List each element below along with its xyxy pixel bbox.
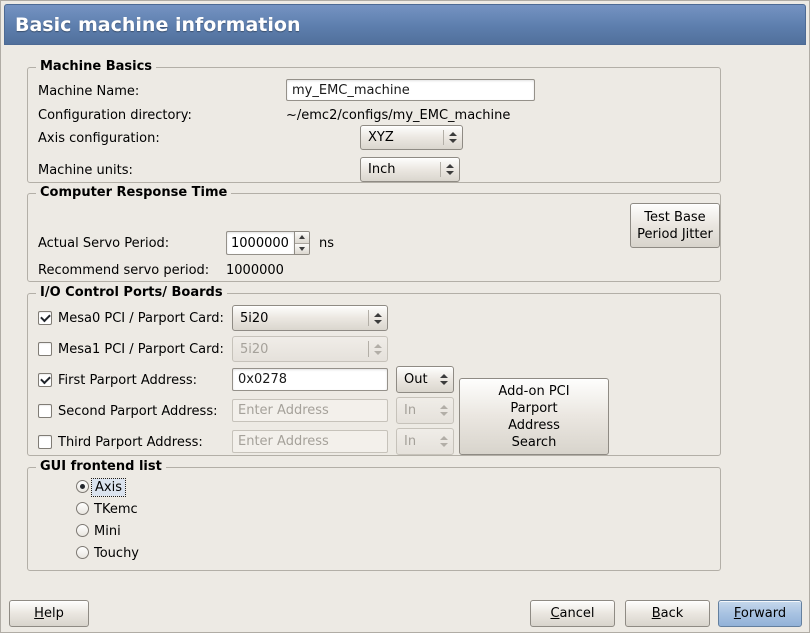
back-button[interactable]: Back — [625, 600, 710, 627]
chevron-up-down-icon — [446, 164, 454, 175]
forward-button[interactable]: Forward — [718, 600, 802, 627]
axis-configuration-select[interactable]: XYZ — [360, 125, 463, 150]
chevron-up-down-icon — [374, 344, 382, 355]
first-parport-label: First Parport Address: — [58, 372, 197, 389]
radio-mini-label[interactable]: Mini — [94, 523, 121, 540]
combo-separator — [440, 162, 441, 177]
mesa1-card-value: 5i20 — [240, 342, 363, 357]
machine-basics-frame: Machine Basics Machine Name: Configurati… — [27, 67, 721, 183]
configuration-directory-label: Configuration directory: — [38, 107, 192, 124]
machine-units-select[interactable]: Inch — [360, 157, 460, 182]
cancel-button[interactable]: Cancel — [530, 600, 615, 627]
recommend-servo-period-value: 1000000 — [226, 262, 284, 279]
chevron-up-down-icon — [374, 313, 382, 324]
spin-buttons — [294, 231, 310, 255]
addon-pci-parport-search-button[interactable]: Add-on PCI Parport Address Search — [459, 378, 609, 455]
arrow-up-icon — [299, 235, 305, 239]
io-control-ports-legend: I/O Control Ports/ Boards — [36, 285, 227, 301]
test-button-line1: Test Base — [644, 209, 705, 226]
computer-response-time-frame: Computer Response Time Test Base Period … — [27, 193, 721, 282]
mesa0-card-value: 5i20 — [240, 311, 363, 326]
test-button-line2: Period Jitter — [637, 226, 713, 243]
third-parport-direction-select: In — [396, 428, 454, 455]
mesa0-label: Mesa0 PCI / Parport Card: — [58, 310, 224, 327]
mesa1-card-select: 5i20 — [232, 336, 388, 362]
addon-button-line1: Add-on PCI — [498, 383, 569, 400]
chevron-up-down-icon — [440, 436, 448, 447]
computer-response-time-legend: Computer Response Time — [36, 185, 231, 201]
chevron-up-down-icon — [449, 132, 457, 143]
second-parport-checkbox[interactable] — [38, 404, 52, 418]
servo-period-input[interactable] — [226, 231, 294, 255]
help-button-label: Help — [34, 606, 64, 621]
radio-tkemc-label[interactable]: TKemc — [94, 501, 138, 518]
first-parport-direction-value: Out — [404, 372, 440, 387]
third-parport-address-input — [232, 430, 388, 453]
radio-axis-label[interactable]: Axis — [92, 479, 125, 496]
cancel-button-label: Cancel — [550, 606, 594, 621]
third-parport-label: Third Parport Address: — [58, 434, 203, 451]
first-parport-direction-select[interactable]: Out — [396, 366, 454, 393]
addon-button-line4: Search — [512, 434, 557, 451]
forward-button-label: Forward — [734, 606, 786, 621]
arrow-down-icon — [299, 247, 305, 251]
third-parport-checkbox[interactable] — [38, 435, 52, 449]
axis-configuration-value: XYZ — [368, 130, 438, 145]
combo-separator — [368, 341, 369, 357]
gui-frontend-frame: GUI frontend list Axis TKemc Mini Touchy — [27, 467, 721, 571]
second-parport-direction-select: In — [396, 397, 454, 424]
machine-units-value: Inch — [368, 162, 435, 177]
chevron-up-down-icon — [440, 374, 448, 385]
third-parport-direction-value: In — [404, 434, 440, 449]
addon-button-line3: Address — [508, 417, 560, 434]
actual-servo-period-label: Actual Servo Period: — [38, 235, 169, 252]
servo-period-spinbox[interactable] — [226, 231, 310, 255]
radio-mini[interactable] — [76, 524, 89, 537]
second-parport-address-input — [232, 399, 388, 422]
radio-touchy-label[interactable]: Touchy — [94, 545, 139, 562]
second-parport-label: Second Parport Address: — [58, 403, 217, 420]
spin-down-button[interactable] — [295, 243, 309, 255]
back-button-label: Back — [652, 606, 684, 621]
mesa0-checkbox[interactable] — [38, 311, 52, 325]
radio-axis[interactable] — [76, 480, 89, 493]
first-parport-checkbox[interactable] — [38, 373, 52, 387]
servo-period-units-label: ns — [319, 235, 334, 252]
machine-name-label: Machine Name: — [38, 83, 139, 100]
addon-button-line2: Parport — [510, 400, 557, 417]
combo-separator — [443, 130, 444, 145]
title-bar: Basic machine information — [4, 4, 806, 45]
machine-name-input[interactable] — [286, 79, 535, 101]
page-title: Basic machine information — [15, 14, 300, 36]
configuration-directory-value: ~/emc2/configs/my_EMC_machine — [286, 107, 510, 124]
chevron-up-down-icon — [440, 405, 448, 416]
io-control-ports-frame: I/O Control Ports/ Boards Mesa0 PCI / Pa… — [27, 293, 721, 456]
basic-machine-information-window: Basic machine information Machine Basics… — [0, 0, 810, 633]
recommend-servo-period-label: Recommend servo period: — [38, 262, 209, 279]
axis-configuration-label: Axis configuration: — [38, 130, 160, 147]
machine-units-label: Machine units: — [38, 162, 133, 179]
mesa1-checkbox[interactable] — [38, 342, 52, 356]
radio-tkemc[interactable] — [76, 502, 89, 515]
machine-basics-legend: Machine Basics — [36, 59, 156, 75]
gui-frontend-legend: GUI frontend list — [36, 459, 166, 475]
second-parport-direction-value: In — [404, 403, 440, 418]
help-button[interactable]: Help — [9, 600, 89, 627]
radio-touchy[interactable] — [76, 546, 89, 559]
test-base-period-jitter-button[interactable]: Test Base Period Jitter — [630, 203, 720, 248]
first-parport-address-input[interactable] — [232, 368, 388, 391]
mesa0-card-select[interactable]: 5i20 — [232, 305, 388, 331]
spin-up-button[interactable] — [295, 232, 309, 243]
combo-separator — [368, 310, 369, 326]
mesa1-label: Mesa1 PCI / Parport Card: — [58, 341, 224, 358]
